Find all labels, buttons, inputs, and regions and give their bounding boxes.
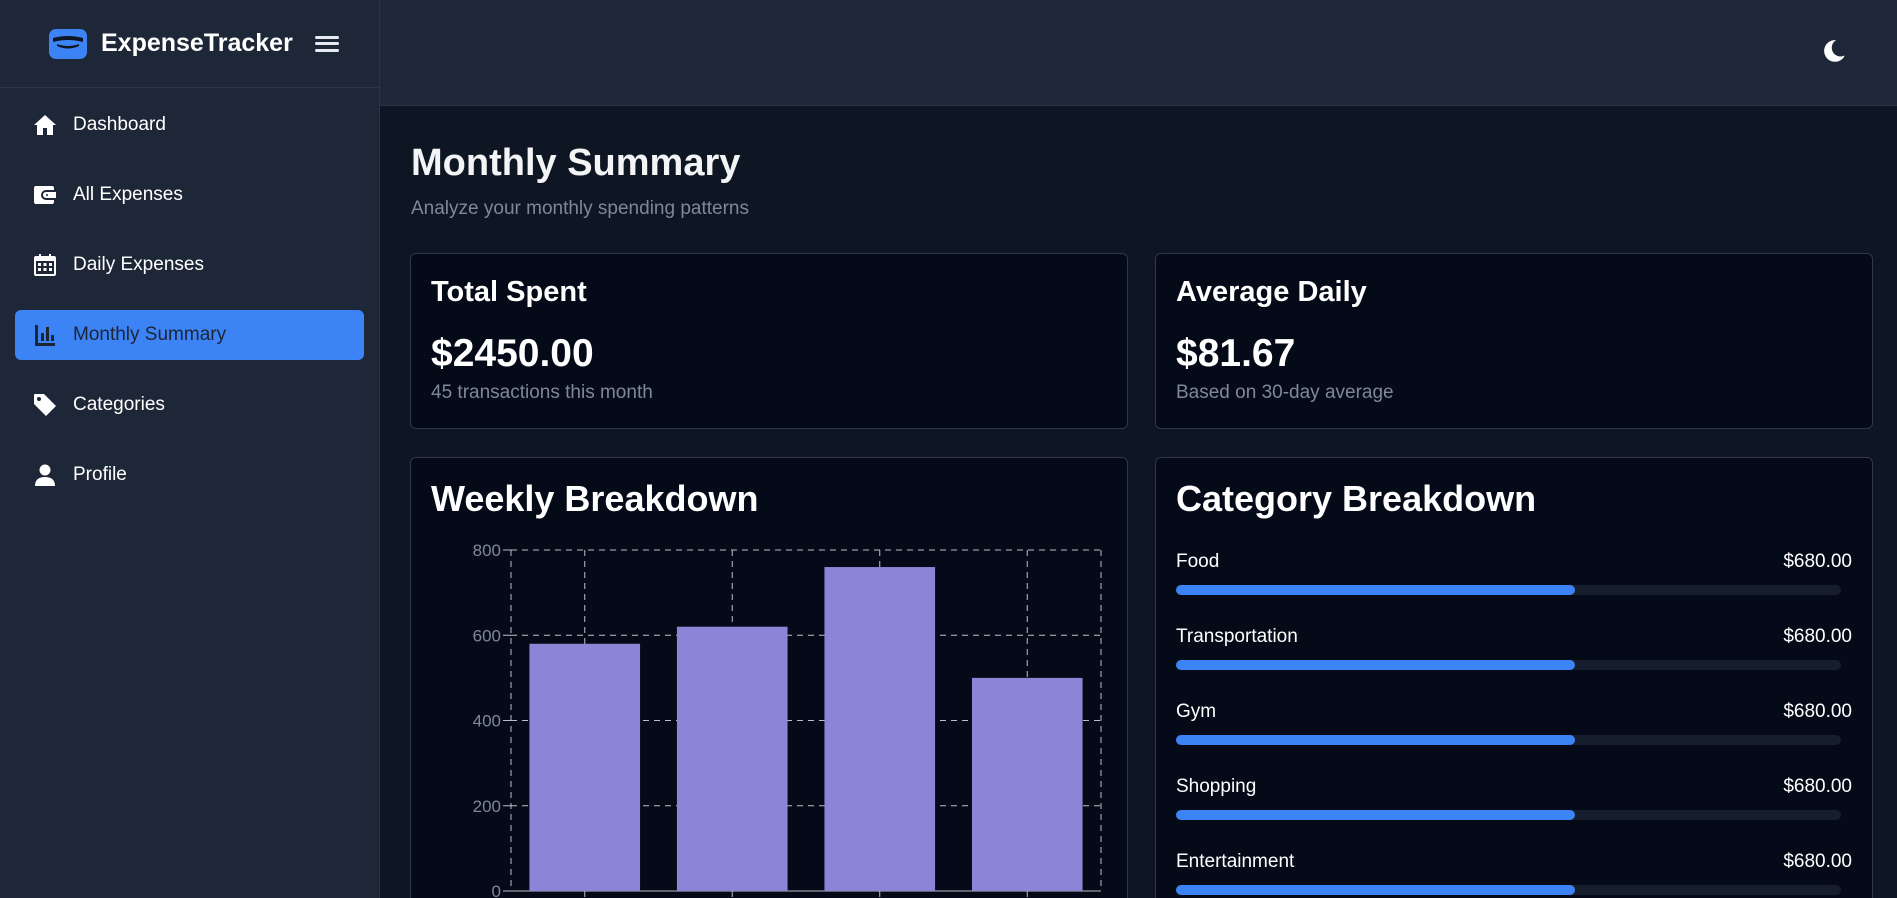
sidebar-item-categories[interactable]: Categories [15,380,364,430]
average-daily-value: $81.67 [1176,332,1296,375]
category-row-entertainment: Entertainment $680.00 [1176,851,1852,898]
sidebar-item-daily-expenses[interactable]: Daily Expenses [15,240,364,290]
category-amount: $680.00 [1783,626,1852,647]
sidebar-item-monthly-summary[interactable]: Monthly Summary [15,310,364,360]
total-spent-value: $2450.00 [431,332,594,375]
y-tick-label: 200 [473,797,501,816]
category-progress-fill [1176,885,1575,895]
bar-chart-icon [32,322,58,348]
sidebar-item-label: Monthly Summary [73,324,227,345]
weekly-bar-chart: 0 200 400 600 800 [473,541,1102,898]
chart-bar [824,567,936,891]
average-daily-card: Average Daily $81.67 Based on 30-day ave… [1155,253,1873,429]
wallet-icon [32,182,58,208]
category-amount: $680.00 [1783,776,1852,797]
category-amount: $680.00 [1783,851,1852,872]
sidebar-item-label: Profile [73,464,127,485]
total-spent-card: Total Spent $2450.00 45 transactions thi… [410,253,1128,429]
category-progress-track [1176,660,1841,670]
category-amount: $680.00 [1783,701,1852,722]
average-daily-title: Average Daily [1176,276,1367,308]
category-progress-track [1176,585,1841,595]
topbar [380,0,1897,106]
chart-bar [676,626,788,891]
page-title: Monthly Summary [411,142,741,184]
category-row-gym: Gym $680.00 [1176,701,1852,761]
sidebar-item-dashboard[interactable]: Dashboard [15,100,364,150]
main-content: Monthly Summary Analyze your monthly spe… [380,106,1897,898]
category-breakdown-card: Category Breakdown Food $680.00 Transpor… [1155,457,1873,898]
y-tick-label: 600 [473,626,501,645]
total-spent-title: Total Spent [431,276,587,308]
brand-name: ExpenseTracker [101,29,293,57]
average-daily-subtext: Based on 30-day average [1176,382,1394,403]
sidebar-item-label: Dashboard [73,114,166,135]
sidebar-item-label: Daily Expenses [73,254,204,275]
sidebar-nav: Dashboard All Expenses Daily Expenses Mo… [0,88,379,532]
category-progress-track [1176,810,1841,820]
total-spent-subtext: 45 transactions this month [431,382,653,403]
calendar-icon [32,252,58,278]
category-name: Gym [1176,701,1217,722]
home-icon [32,112,58,138]
tag-icon [32,392,58,418]
weekly-breakdown-card: Weekly Breakdown 0 200 400 600 800 [410,457,1128,898]
category-progress-track [1176,735,1841,745]
category-progress-fill [1176,585,1575,595]
sidebar-item-label: All Expenses [73,184,183,205]
page-subtitle: Analyze your monthly spending patterns [411,198,749,219]
category-progress-track [1176,885,1841,895]
wallet-logo-icon [49,28,87,59]
category-progress-fill [1176,735,1575,745]
moon-icon[interactable] [1821,38,1847,64]
brand: ExpenseTracker [0,0,379,88]
chart-bar [529,643,641,891]
category-name: Entertainment [1176,851,1295,872]
sidebar: ExpenseTracker Dashboard All Expenses Da… [0,0,380,898]
menu-toggle-icon[interactable] [314,34,339,54]
y-tick-label: 0 [492,882,501,898]
category-row-food: Food $680.00 [1176,551,1852,611]
category-name: Transportation [1176,626,1298,647]
category-name: Shopping [1176,776,1257,797]
y-tick-label: 400 [473,712,501,731]
category-progress-fill [1176,660,1575,670]
category-name: Food [1176,551,1220,572]
category-row-transportation: Transportation $680.00 [1176,626,1852,686]
category-breakdown-title: Category Breakdown [1176,478,1537,519]
sidebar-item-all-expenses[interactable]: All Expenses [15,170,364,220]
category-progress-fill [1176,810,1575,820]
chart-bar [971,677,1083,891]
sidebar-item-profile[interactable]: Profile [15,450,364,500]
category-amount: $680.00 [1783,551,1852,572]
y-tick-label: 800 [473,541,501,560]
user-icon [32,462,58,488]
category-row-shopping: Shopping $680.00 [1176,776,1852,836]
sidebar-item-label: Categories [73,394,165,415]
